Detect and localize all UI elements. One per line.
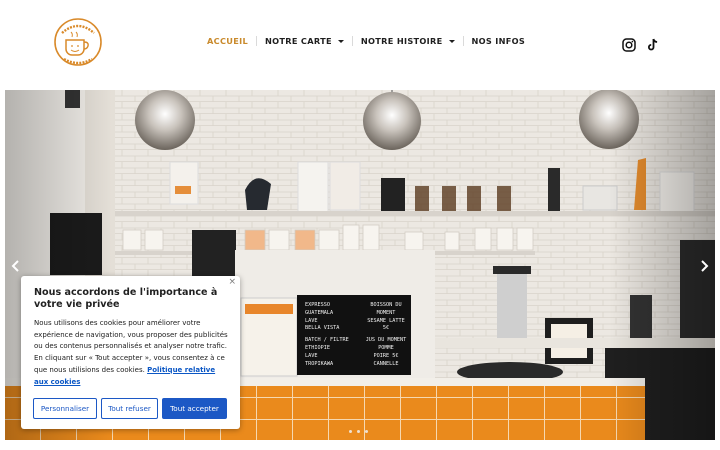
menu-board-left: EXPRESSO GUATEMALA LAVE BELLA VISTA BATC… <box>305 302 355 368</box>
cookie-description: Nous utilisons des cookies pour améliore… <box>34 318 230 388</box>
nav-notre-carte-label: NOTRE CARTE <box>264 36 332 46</box>
nav-accueil[interactable]: ACCUEIL <box>199 36 256 46</box>
menu-board-line: POIRE 5€ <box>373 352 399 359</box>
menu-board-line: GUATEMALA <box>305 309 334 316</box>
menu-board-line: LAVE <box>305 317 318 324</box>
menu-board-line: LAVE <box>305 352 318 359</box>
cookie-consent-banner: × Nous accordons de l'importance à votre… <box>21 276 240 429</box>
chevron-down-icon <box>448 39 455 43</box>
nav-nos-infos-label: NOS INFOS <box>471 36 526 46</box>
chevron-left-icon <box>11 260 19 272</box>
menu-board-line: CANNELLE <box>373 360 399 367</box>
chevron-right-icon <box>701 260 709 272</box>
slider-dot[interactable] <box>365 430 368 433</box>
refuse-all-button[interactable]: Tout refuser <box>101 398 158 419</box>
instagram-icon[interactable] <box>622 37 636 52</box>
menu-board-line: BOISSON DU <box>370 302 402 308</box>
menu-board-line: POMME <box>378 344 394 351</box>
menu-board-line: MOMENT <box>376 309 396 316</box>
nav-notre-histoire-label: NOTRE HISTOIRE <box>360 36 443 46</box>
menu-board-right: BOISSON DU MOMENT SESAME LATTE 5€ JUS DU… <box>359 302 413 368</box>
slider-prev-button[interactable] <box>8 258 24 274</box>
menu-board-line: JUS DU MOMENT <box>365 337 407 344</box>
menu-board-line: SESAME LATTE <box>367 317 405 324</box>
chevron-down-icon <box>337 39 344 43</box>
customize-button[interactable]: Personnaliser <box>33 398 97 419</box>
nav-accueil-label: ACCUEIL <box>207 36 248 46</box>
site-logo[interactable] <box>53 16 103 68</box>
main-nav: ACCUEIL NOTRE CARTE NOTRE HISTOIRE NOS I… <box>199 34 533 48</box>
menu-board-line: ETHIOPIE <box>305 344 330 351</box>
nav-nos-infos[interactable]: NOS INFOS <box>464 36 534 46</box>
menu-board-line: BELLA VISTA <box>305 325 340 332</box>
menu-board-line: BATCH / FILTRE <box>305 337 349 344</box>
nav-notre-carte[interactable]: NOTRE CARTE <box>257 36 352 46</box>
cookie-title: Nous accordons de l'importance à votre v… <box>34 287 218 310</box>
slider-dot[interactable] <box>357 430 360 433</box>
menu-board-line: TROPIKAWA <box>305 360 334 367</box>
slider-dots <box>349 430 368 433</box>
menu-board-line: EXPRESSO <box>305 302 330 308</box>
slider-dot[interactable] <box>349 430 352 433</box>
slider-next-button[interactable] <box>696 258 712 274</box>
accept-all-button[interactable]: Tout accepter <box>162 398 227 419</box>
site-header: ACCUEIL NOTRE CARTE NOTRE HISTOIRE NOS I… <box>0 0 720 90</box>
nav-notre-histoire[interactable]: NOTRE HISTOIRE <box>353 36 463 46</box>
close-icon[interactable]: × <box>228 278 236 287</box>
menu-board-line: 5€ <box>382 325 390 332</box>
tiktok-icon[interactable] <box>646 37 660 51</box>
